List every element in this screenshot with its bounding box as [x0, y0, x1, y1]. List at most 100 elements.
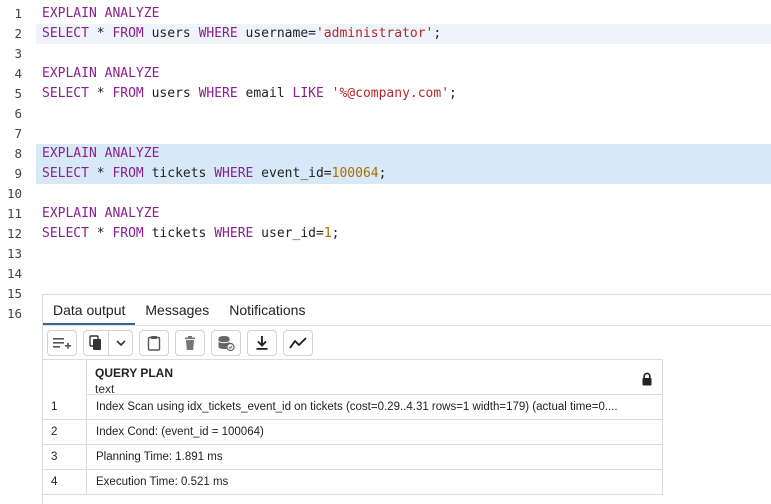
query-plan-cell[interactable]: Planning Time: 1.891 ms [96, 445, 658, 469]
sql-keyword: SELECT [42, 26, 89, 41]
grid-header: QUERY PLAN text [43, 359, 663, 396]
tab-data-output[interactable]: Data output [43, 295, 136, 325]
sql-keyword: WHERE [214, 166, 254, 181]
tab-notifications[interactable]: Notifications [219, 295, 315, 325]
sql-keyword: EXPLAIN ANALYZE [42, 146, 160, 161]
sql-keyword: FROM [112, 226, 144, 241]
sql-keyword: EXPLAIN ANALYZE [42, 206, 160, 221]
row-number[interactable]: 2 [43, 420, 87, 444]
row-number[interactable]: 3 [43, 445, 87, 469]
line-number: 1 [14, 6, 22, 21]
column-name[interactable]: QUERY PLAN [95, 366, 173, 380]
line-number: 13 [6, 246, 22, 261]
line-number: 10 [6, 186, 22, 201]
results-toolbar [43, 325, 771, 359]
query-plan-cell[interactable]: Index Cond: (event_id = 100064) [96, 420, 658, 444]
copy-icon [89, 334, 101, 350]
row-selector-corner[interactable] [43, 360, 87, 395]
sql-keyword: FROM [112, 86, 144, 101]
code-line[interactable]: SELECT * FROM tickets WHERE user_id=1; [42, 224, 339, 244]
sql-text: event_id= [253, 166, 332, 181]
sql-number: 1 [323, 226, 332, 241]
copy-options-button[interactable] [108, 330, 132, 355]
sql-keyword: SELECT [42, 226, 89, 241]
sql-text: * [88, 86, 113, 101]
add-row-button[interactable] [47, 329, 77, 356]
line-number: 6 [14, 106, 22, 121]
code-line[interactable]: SELECT * FROM tickets WHERE event_id=100… [42, 164, 386, 184]
delete-icon [185, 335, 195, 350]
line-number: 15 [6, 286, 22, 301]
tab-messages[interactable]: Messages [135, 295, 219, 325]
sql-keyword: WHERE [198, 26, 238, 41]
sql-text: users [143, 86, 199, 101]
query-plan-cell[interactable]: Index Scan using idx_tickets_event_id on… [96, 395, 658, 419]
line-number: 12 [6, 226, 22, 241]
code-line[interactable]: SELECT * FROM users WHERE email LIKE '%@… [42, 84, 457, 104]
sql-text: tickets [143, 226, 215, 241]
line-number: 4 [14, 66, 22, 81]
line-number: 16 [6, 306, 22, 321]
sql-text: ; [449, 86, 457, 101]
code-line[interactable]: SELECT * FROM users WHERE username='admi… [42, 24, 441, 44]
sql-text: users [143, 26, 199, 41]
add-row-icon [53, 337, 71, 349]
sql-number: 100064 [331, 166, 379, 181]
sql-text: * [88, 166, 113, 181]
table-row[interactable]: 2 Index Cond: (event_id = 100064) [43, 420, 663, 445]
query-plan-cell[interactable]: Execution Time: 0.521 ms [96, 470, 658, 494]
sql-text: tickets [143, 166, 215, 181]
line-number: 3 [14, 46, 22, 61]
copy-button[interactable] [84, 331, 108, 355]
line-number: 9 [14, 166, 22, 181]
results-tabs: Data output Messages Notifications [43, 295, 771, 325]
graph-visualiser-button[interactable] [283, 329, 313, 356]
line-number: 7 [14, 126, 22, 141]
line-number: 5 [14, 86, 22, 101]
column-type: text [95, 382, 115, 396]
sql-keyword: LIKE [292, 86, 324, 101]
chevron-down-icon [115, 339, 126, 346]
sql-keyword: WHERE [214, 226, 254, 241]
paste-button[interactable] [139, 329, 169, 356]
code-line[interactable]: EXPLAIN ANALYZE [42, 64, 159, 84]
code-line[interactable]: EXPLAIN ANALYZE [42, 144, 159, 164]
sql-text: ; [378, 166, 387, 181]
code-line[interactable]: EXPLAIN ANALYZE [42, 204, 159, 224]
lock-icon [642, 372, 652, 386]
sql-keyword: WHERE [198, 86, 238, 101]
sql-keyword: FROM [112, 26, 144, 41]
paste-icon [147, 335, 161, 351]
line-number: 2 [14, 26, 22, 41]
sql-keyword: SELECT [42, 86, 89, 101]
copy-button-group [83, 329, 133, 356]
sql-string: 'administrator' [315, 26, 434, 41]
table-row[interactable]: 4 Execution Time: 0.521 ms [43, 470, 663, 495]
download-icon [256, 335, 268, 350]
sql-keyword: EXPLAIN ANALYZE [42, 66, 160, 81]
code-line[interactable]: EXPLAIN ANALYZE [42, 4, 159, 24]
sql-string: '%@company.com' [331, 86, 450, 101]
sql-text: * [88, 226, 113, 241]
sql-keyword: SELECT [42, 166, 89, 181]
row-number[interactable]: 1 [43, 395, 87, 419]
sql-text: * [88, 26, 113, 41]
table-row[interactable]: 1 Index Scan using idx_tickets_event_id … [43, 395, 663, 420]
delete-button[interactable] [175, 329, 205, 356]
results-panel: Data output Messages Notifications QUERY… [42, 294, 771, 504]
row-number[interactable]: 4 [43, 470, 87, 494]
download-button[interactable] [247, 329, 277, 356]
sql-text: user_id= [253, 226, 324, 241]
table-row[interactable]: 3 Planning Time: 1.891 ms [43, 445, 663, 470]
save-data-icon [218, 335, 235, 351]
save-data-button[interactable] [211, 329, 241, 356]
line-number: 14 [6, 266, 22, 281]
sql-keyword: EXPLAIN ANALYZE [42, 6, 160, 21]
sql-text: email [237, 86, 293, 101]
sql-text: username= [237, 26, 316, 41]
sql-text: ; [433, 26, 442, 41]
sql-text: ; [331, 226, 340, 241]
line-number: 8 [14, 146, 22, 161]
sql-keyword: FROM [112, 166, 144, 181]
